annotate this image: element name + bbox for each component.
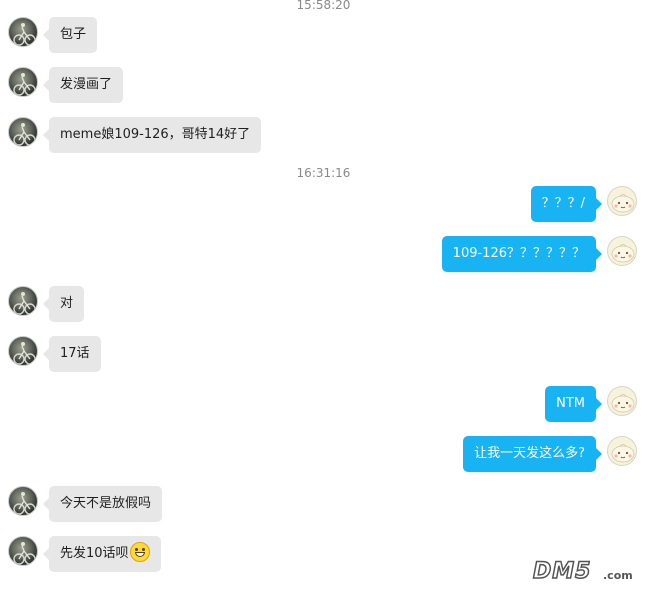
cyclist-avatar[interactable]	[8, 67, 38, 97]
message-row: NTM	[0, 386, 647, 426]
message-bubble[interactable]: 对	[42, 286, 85, 322]
cyclist-avatar[interactable]	[8, 336, 38, 366]
message-bubble[interactable]: 先发10话呗	[43, 536, 161, 572]
message-bubble[interactable]: 让我一天发这么多?	[463, 436, 602, 472]
watermark-brand: DM5	[532, 558, 592, 585]
message-row: meme娘109-126，哥特14好了	[0, 117, 647, 157]
message-bubble[interactable]: meme娘109-126，哥特14好了	[42, 117, 262, 153]
message-bubble[interactable]: 109-126？？？？？？	[441, 236, 603, 272]
watermark-suffix: .com	[603, 569, 633, 582]
message-row: 对	[0, 286, 647, 326]
cyclist-avatar[interactable]	[8, 117, 38, 147]
timestamp: 16:31:16	[296, 166, 351, 180]
message-row: 包子	[0, 17, 647, 57]
message-bubble[interactable]: 今天不是放假吗	[42, 486, 163, 522]
message-bubble[interactable]: 发漫画了	[42, 67, 124, 103]
bun-avatar[interactable]	[607, 436, 637, 466]
chat-window: 15:58:20 包子 发漫画了 meme娘109-126，哥特14好了 16:…	[0, 0, 647, 596]
bun-avatar[interactable]	[607, 386, 637, 416]
bun-avatar[interactable]	[607, 186, 637, 216]
grin-emoji-icon	[129, 542, 150, 562]
timestamp: 15:58:20	[296, 0, 351, 12]
message-row: 发漫画了	[0, 67, 647, 107]
message-row: 今天不是放假吗	[0, 486, 647, 526]
message-bubble[interactable]: 包子	[42, 17, 98, 53]
cyclist-avatar[interactable]	[8, 286, 38, 316]
message-bubble[interactable]: ？？？/	[530, 186, 603, 222]
bun-avatar[interactable]	[607, 236, 637, 266]
message-bubble[interactable]: 17话	[43, 336, 101, 372]
message-bubble[interactable]: NTM	[545, 386, 602, 422]
message-text: 先发10话呗	[60, 546, 129, 561]
message-row: 109-126？？？？？？	[0, 236, 647, 276]
message-row: 让我一天发这么多?	[0, 436, 647, 476]
message-row: 17话	[0, 336, 647, 376]
cyclist-avatar[interactable]	[8, 536, 38, 566]
site-watermark: DM5 .com	[532, 558, 637, 585]
cyclist-avatar[interactable]	[8, 17, 38, 47]
message-row: ？？？/	[0, 186, 647, 226]
cyclist-avatar[interactable]	[8, 486, 38, 516]
